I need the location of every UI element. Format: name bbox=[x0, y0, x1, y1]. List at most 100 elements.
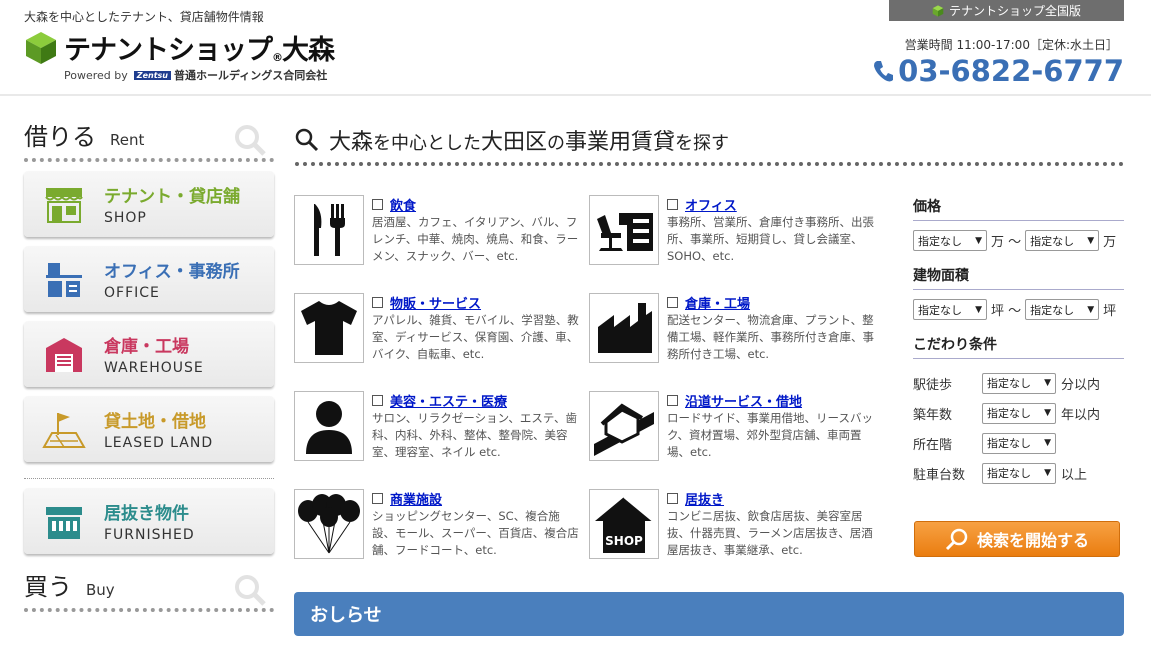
roadside-building-icon bbox=[594, 403, 654, 456]
area-to-select[interactable]: 指定なし ▼ bbox=[1025, 299, 1100, 320]
parking-select[interactable]: 指定なし ▼ bbox=[982, 462, 1056, 484]
price-row: 指定なし ▼ 万 〜 指定なし ▼ 万 bbox=[913, 230, 1124, 251]
category-checkbox[interactable] bbox=[372, 493, 383, 504]
furnished-image: SHOP bbox=[589, 489, 659, 559]
category-checkbox[interactable] bbox=[372, 297, 383, 308]
category-description: アパレル、雑貨、モバイル、学習塾、教室、ディサービス、保育園、介護、車、バイク、… bbox=[372, 313, 579, 361]
price-from-select[interactable]: 指定なし ▼ bbox=[913, 230, 987, 251]
category-checkbox[interactable] bbox=[667, 297, 678, 308]
commercial-image bbox=[294, 489, 364, 559]
sidebar-item-sub: LEASED LAND bbox=[104, 435, 214, 451]
retail-image bbox=[294, 293, 364, 363]
category-checkbox[interactable] bbox=[372, 395, 383, 406]
price-title: 価格 bbox=[913, 196, 1124, 221]
buy-section-title: 買う Buy bbox=[24, 568, 274, 612]
fork-knife-icon bbox=[314, 204, 345, 256]
tshirt-icon bbox=[301, 301, 357, 355]
powered-by: Powered by Zentsu 普通ホールディングス合同会社 bbox=[64, 69, 328, 82]
category-link[interactable]: 商業施設 bbox=[390, 489, 442, 508]
sidebar-item-furnished[interactable]: 居抜き物件 FURNISHED bbox=[24, 488, 274, 554]
search-icon bbox=[295, 128, 319, 152]
area-row: 指定なし ▼ 坪 〜 指定なし ▼ 坪 bbox=[913, 299, 1124, 320]
national-site-link[interactable]: テナントショップ全国版 bbox=[889, 0, 1124, 21]
shop-icon bbox=[45, 188, 83, 223]
category-link[interactable]: 居抜き bbox=[685, 489, 724, 508]
building-age-row: 築年数 指定なし ▼ 年以内 bbox=[913, 398, 1124, 428]
category-link[interactable]: オフィス bbox=[685, 195, 737, 214]
category-description: ロードサイド、事業用借地、リースバック、資材置場、郊外型貸店舗、車両置場、etc… bbox=[667, 411, 873, 459]
office-image bbox=[589, 195, 659, 265]
floor-select[interactable]: 指定なし ▼ bbox=[982, 432, 1056, 454]
furnished-shop-icon bbox=[46, 507, 82, 539]
category-link[interactable]: 物販・サービス bbox=[390, 293, 481, 312]
sidebar-item-warehouse[interactable]: 倉庫・工場 WAREHOUSE bbox=[24, 321, 274, 387]
category-restaurant: 飲食 居酒屋、カフェ、イタリアン、バル、フレンチ、中華、焼肉、焼鳥、和食、ラーメ… bbox=[294, 195, 584, 267]
factory-image bbox=[589, 293, 659, 363]
start-search-button[interactable]: 検索を開始する bbox=[914, 521, 1120, 557]
sidebar-item-sub: WAREHOUSE bbox=[104, 360, 204, 376]
category-link[interactable]: 沿道サービス・借地 bbox=[685, 391, 802, 410]
land-flag-icon bbox=[42, 413, 86, 448]
category-warehouse: 倉庫・工場 配送センター、物流倉庫、プラント、整備工場、軽作業所、事務所付き倉庫… bbox=[589, 293, 879, 365]
category-roadside: 沿道サービス・借地 ロードサイド、事業用借地、リースバック、資材置場、郊外型貸店… bbox=[589, 391, 879, 463]
sidebar-item-sub: SHOP bbox=[104, 210, 147, 226]
page-title: 大森を中心とした大田区の事業用賃貸を探す bbox=[295, 118, 1124, 166]
magnifier-icon bbox=[235, 125, 266, 156]
category-checkbox[interactable] bbox=[667, 395, 678, 406]
sidebar-item-label: 居抜き物件 bbox=[104, 504, 189, 524]
sidebar-item-label: テナント・貸店舗 bbox=[104, 187, 240, 207]
category-link[interactable]: 飲食 bbox=[390, 195, 416, 214]
category-description: ショッピングセンター、SC、複合施設、モール、スーパー、百貨店、複合店舗、フード… bbox=[372, 509, 579, 557]
sidebar-item-shop[interactable]: テナント・貸店舗 SHOP bbox=[24, 171, 274, 237]
office-icon bbox=[46, 263, 82, 297]
category-checkbox[interactable] bbox=[667, 493, 678, 504]
sidebar-item-sub: OFFICE bbox=[104, 285, 160, 301]
category-retail: 物販・サービス アパレル、雑貨、モバイル、学習塾、教室、ディサービス、保育園、介… bbox=[294, 293, 584, 365]
logo-text: テナントショップ®大森 bbox=[64, 35, 335, 66]
restaurant-image bbox=[294, 195, 364, 265]
warehouse-icon bbox=[46, 338, 82, 372]
sidebar-item-sub: FURNISHED bbox=[104, 527, 195, 543]
category-link[interactable]: 美容・エステ・医療 bbox=[390, 391, 507, 410]
station-walk-select[interactable]: 指定なし ▼ bbox=[982, 372, 1056, 394]
sidebar-divider bbox=[24, 478, 274, 479]
phone-icon bbox=[874, 61, 894, 82]
category-checkbox[interactable] bbox=[372, 199, 383, 210]
floor-row: 所在階 指定なし ▼ bbox=[913, 428, 1124, 458]
search-icon bbox=[945, 528, 968, 551]
shop-sign-text: SHOP bbox=[605, 534, 643, 548]
sidebar: 借りる Rent テナント・貸店舗 SHOP オフィス・事務所 OFFICE 倉… bbox=[24, 118, 274, 612]
factory-icon bbox=[598, 303, 652, 353]
magnifier-icon bbox=[235, 575, 266, 606]
category-checkbox[interactable] bbox=[667, 199, 678, 210]
parking-row: 駐車台数 指定なし ▼ 以上 bbox=[913, 458, 1124, 488]
category-description: 事務所、営業所、倉庫付き事務所、出張所、事業所、短期貸し、貸し会議室、SOHO、… bbox=[667, 215, 874, 263]
logo-cube-icon bbox=[26, 31, 56, 64]
business-hours: 営業時間 11:00-17:00［定休:水土日］ bbox=[904, 38, 1118, 52]
phone-number[interactable]: 03-6822-6777 bbox=[872, 54, 1124, 88]
sidebar-item-office[interactable]: オフィス・事務所 OFFICE bbox=[24, 246, 274, 312]
shop-house-icon: SHOP bbox=[595, 496, 654, 553]
site-logo[interactable]: テナントショップ®大森 bbox=[24, 28, 335, 67]
building-age-select[interactable]: 指定なし ▼ bbox=[982, 402, 1056, 424]
sidebar-item-label: 倉庫・工場 bbox=[104, 337, 189, 357]
category-description: 居酒屋、カフェ、イタリアン、バル、フレンチ、中華、焼肉、焼鳥、和食、ラーメン、ス… bbox=[372, 215, 579, 263]
search-filter-panel: 価格 指定なし ▼ 万 〜 指定なし ▼ 万 建物面積 指定なし ▼ 坪 〜 指定なし… bbox=[913, 196, 1124, 488]
balloons-icon bbox=[298, 494, 360, 554]
person-icon bbox=[306, 401, 352, 454]
kodawari-title: こだわり条件 bbox=[913, 334, 1124, 359]
site-tagline: 大森を中心としたテナント、貸店舗物件情報 bbox=[24, 10, 264, 24]
category-office: オフィス 事務所、営業所、倉庫付き事務所、出張所、事業所、短期貸し、貸し会議室、… bbox=[589, 195, 879, 267]
category-commercial: 商業施設 ショッピングセンター、SC、複合施設、モール、スーパー、百貨店、複合店… bbox=[294, 489, 584, 561]
category-link[interactable]: 倉庫・工場 bbox=[685, 293, 750, 312]
site-header: 大森を中心としたテナント、貸店舗物件情報 テナントショップ®大森 Powered… bbox=[0, 0, 1151, 96]
price-to-select[interactable]: 指定なし ▼ bbox=[1025, 230, 1100, 251]
sidebar-item-label: 貸土地・借地 bbox=[104, 412, 206, 432]
area-title: 建物面積 bbox=[913, 265, 1124, 290]
news-header: おしらせ bbox=[294, 592, 1124, 636]
cube-icon bbox=[932, 4, 944, 17]
desk-chair-icon bbox=[597, 213, 653, 251]
area-from-select[interactable]: 指定なし ▼ bbox=[913, 299, 987, 320]
sidebar-item-land[interactable]: 貸土地・借地 LEASED LAND bbox=[24, 396, 274, 462]
category-description: 配送センター、物流倉庫、プラント、整備工場、軽作業所、事務所付き倉庫、事務所付き… bbox=[667, 313, 874, 361]
